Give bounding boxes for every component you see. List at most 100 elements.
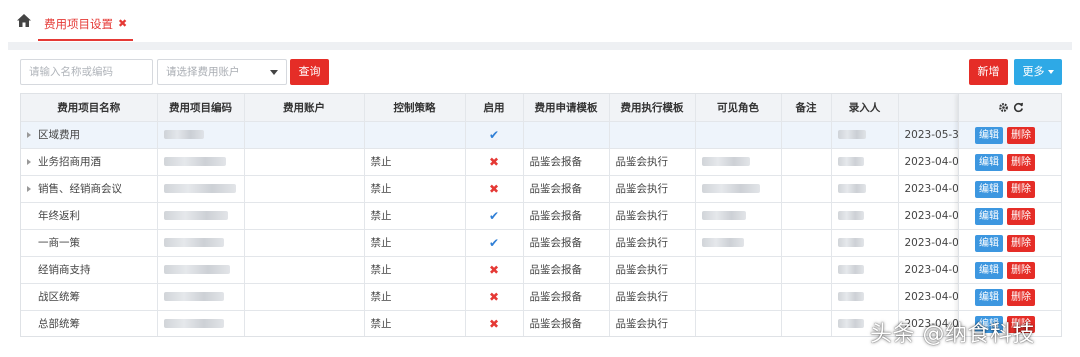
actions-column: 编辑 删除 编辑 删除 编辑 删除 编辑 删除 编辑 删除 编辑 删除 编辑 删除 编辑 删除	[958, 94, 1061, 336]
name-code-search-input[interactable]	[20, 59, 153, 85]
close-icon[interactable]: ✖	[118, 13, 127, 35]
fee-item-name-cell: 战区统筹	[21, 283, 158, 311]
visible-roles-cell	[695, 256, 782, 284]
fee-item-name: 总部统筹	[38, 318, 80, 330]
more-label: 更多	[1022, 65, 1045, 78]
cross-icon: ✖	[488, 181, 500, 196]
exec-template-cell: 品鉴会执行	[609, 202, 696, 230]
table-row[interactable]: 区域费用 ✔ 2023-05-3	[21, 121, 1061, 149]
column-header: 启用	[465, 94, 524, 122]
exec-template-cell: 品鉴会执行	[609, 283, 696, 311]
exec-template-cell: 品鉴会执行	[609, 310, 696, 336]
redacted-value	[701, 157, 750, 166]
gear-icon[interactable]	[998, 102, 1009, 113]
fee-account-cell	[244, 256, 365, 284]
delete-button[interactable]: 删除	[1007, 288, 1035, 306]
expand-arrow-icon[interactable]	[27, 159, 31, 165]
edit-button[interactable]: 编辑	[975, 153, 1003, 171]
exec-template-cell: 品鉴会执行	[609, 229, 696, 257]
fee-account-cell	[244, 310, 365, 336]
edit-button[interactable]: 编辑	[975, 207, 1003, 225]
exec-template-cell: 品鉴会执行	[609, 256, 696, 284]
entered-by-cell	[831, 229, 899, 257]
enabled-cell: ✖	[465, 256, 524, 284]
expand-arrow-icon[interactable]	[27, 132, 31, 138]
more-dropdown-button[interactable]: 更多	[1014, 59, 1062, 85]
redacted-value	[837, 238, 864, 247]
column-header: 备注	[781, 94, 832, 122]
enabled-cell: ✔	[465, 229, 524, 257]
fee-item-code-cell	[157, 229, 245, 257]
apply-template-cell: 品鉴会报备	[523, 202, 610, 230]
control-strategy-cell: 禁止	[364, 283, 466, 311]
entered-by-cell	[831, 283, 899, 311]
caret-down-icon	[1047, 70, 1054, 74]
fee-account-cell	[244, 202, 365, 230]
apply-template-cell: 品鉴会报备	[523, 310, 610, 336]
edit-button[interactable]: 编辑	[975, 180, 1003, 198]
entered-by-cell	[831, 121, 899, 149]
column-header: 费用账户	[244, 94, 365, 122]
query-button[interactable]: 查询	[290, 59, 329, 85]
entered-by-cell	[831, 148, 899, 176]
table-row[interactable]: 业务招商用酒 禁止 ✖ 品鉴会报备 品鉴会执行 2023-04-0	[21, 148, 1061, 176]
fee-item-code-cell	[157, 121, 245, 149]
checkmark-icon: ✔	[488, 235, 500, 250]
fee-account-cell	[244, 229, 365, 257]
home-icon[interactable]	[17, 14, 31, 27]
remark-cell	[781, 256, 832, 284]
column-header: 费用项目编码	[157, 94, 245, 122]
visible-roles-cell	[695, 175, 782, 203]
edit-button[interactable]: 编辑	[975, 234, 1003, 252]
checkmark-icon: ✔	[488, 208, 500, 223]
row-actions: 编辑 删除	[959, 203, 1061, 230]
remark-cell	[781, 202, 832, 230]
cross-icon: ✖	[488, 289, 500, 304]
remark-cell	[781, 229, 832, 257]
enabled-cell: ✖	[465, 148, 524, 176]
edit-button[interactable]: 编辑	[975, 126, 1003, 144]
enabled-cell: ✔	[465, 202, 524, 230]
delete-button[interactable]: 删除	[1007, 234, 1035, 252]
visible-roles-cell	[695, 310, 782, 336]
column-header: 可见角色	[695, 94, 782, 122]
fee-item-name: 年终返利	[38, 210, 80, 222]
fee-account-select[interactable]: 请选择费用账户	[157, 59, 287, 85]
delete-button[interactable]: 删除	[1007, 153, 1035, 171]
column-header: 控制策略	[364, 94, 466, 122]
row-actions: 编辑 删除	[959, 176, 1061, 203]
tab-fee-item-settings[interactable]: 费用项目设置 ✖	[38, 13, 134, 41]
table-row[interactable]: 年终返利 禁止 ✔ 品鉴会报备 品鉴会执行 2023-04-0	[21, 202, 1061, 230]
table-row[interactable]: 一商一策 禁止 ✔ 品鉴会报备 品鉴会执行 2023-04-0	[21, 229, 1061, 257]
apply-template-cell: 品鉴会报备	[523, 229, 610, 257]
fee-account-placeholder: 请选择费用账户	[166, 66, 240, 78]
edit-button[interactable]: 编辑	[975, 261, 1003, 279]
fee-item-code-cell	[157, 256, 245, 284]
row-actions: 编辑 删除	[959, 230, 1061, 257]
new-button[interactable]: 新增	[969, 59, 1008, 85]
table-row[interactable]: 经销商支持 禁止 ✖ 品鉴会报备 品鉴会执行 2023-04-0	[21, 256, 1061, 284]
expand-arrow-icon[interactable]	[27, 186, 31, 192]
delete-button[interactable]: 删除	[1007, 207, 1035, 225]
table-row[interactable]: 战区统筹 禁止 ✖ 品鉴会报备 品鉴会执行 2023-04-0	[21, 283, 1061, 311]
redacted-value	[837, 265, 864, 274]
redacted-value	[163, 211, 228, 220]
apply-template-cell: 品鉴会报备	[523, 175, 610, 203]
redacted-value	[163, 157, 226, 166]
row-actions: 编辑 删除	[959, 284, 1061, 311]
delete-button[interactable]: 删除	[1007, 126, 1035, 144]
redacted-value	[163, 265, 230, 274]
refresh-icon[interactable]	[1013, 102, 1024, 113]
delete-button[interactable]: 删除	[1007, 180, 1035, 198]
tab-label: 费用项目设置	[44, 17, 113, 31]
delete-button[interactable]: 删除	[1007, 261, 1035, 279]
fee-item-name: 战区统筹	[38, 291, 80, 303]
column-header: 录入人	[831, 94, 899, 122]
checkmark-icon: ✔	[488, 127, 500, 142]
enabled-cell: ✖	[465, 175, 524, 203]
control-strategy-cell: 禁止	[364, 175, 466, 203]
edit-button[interactable]: 编辑	[975, 288, 1003, 306]
filter-toolbar: 请选择费用账户 查询 新增 更多	[20, 59, 1062, 85]
apply-template-cell	[523, 121, 610, 149]
table-row[interactable]: 销售、经销商会议 禁止 ✖ 品鉴会报备 品鉴会执行 2023-04-0	[21, 175, 1061, 203]
